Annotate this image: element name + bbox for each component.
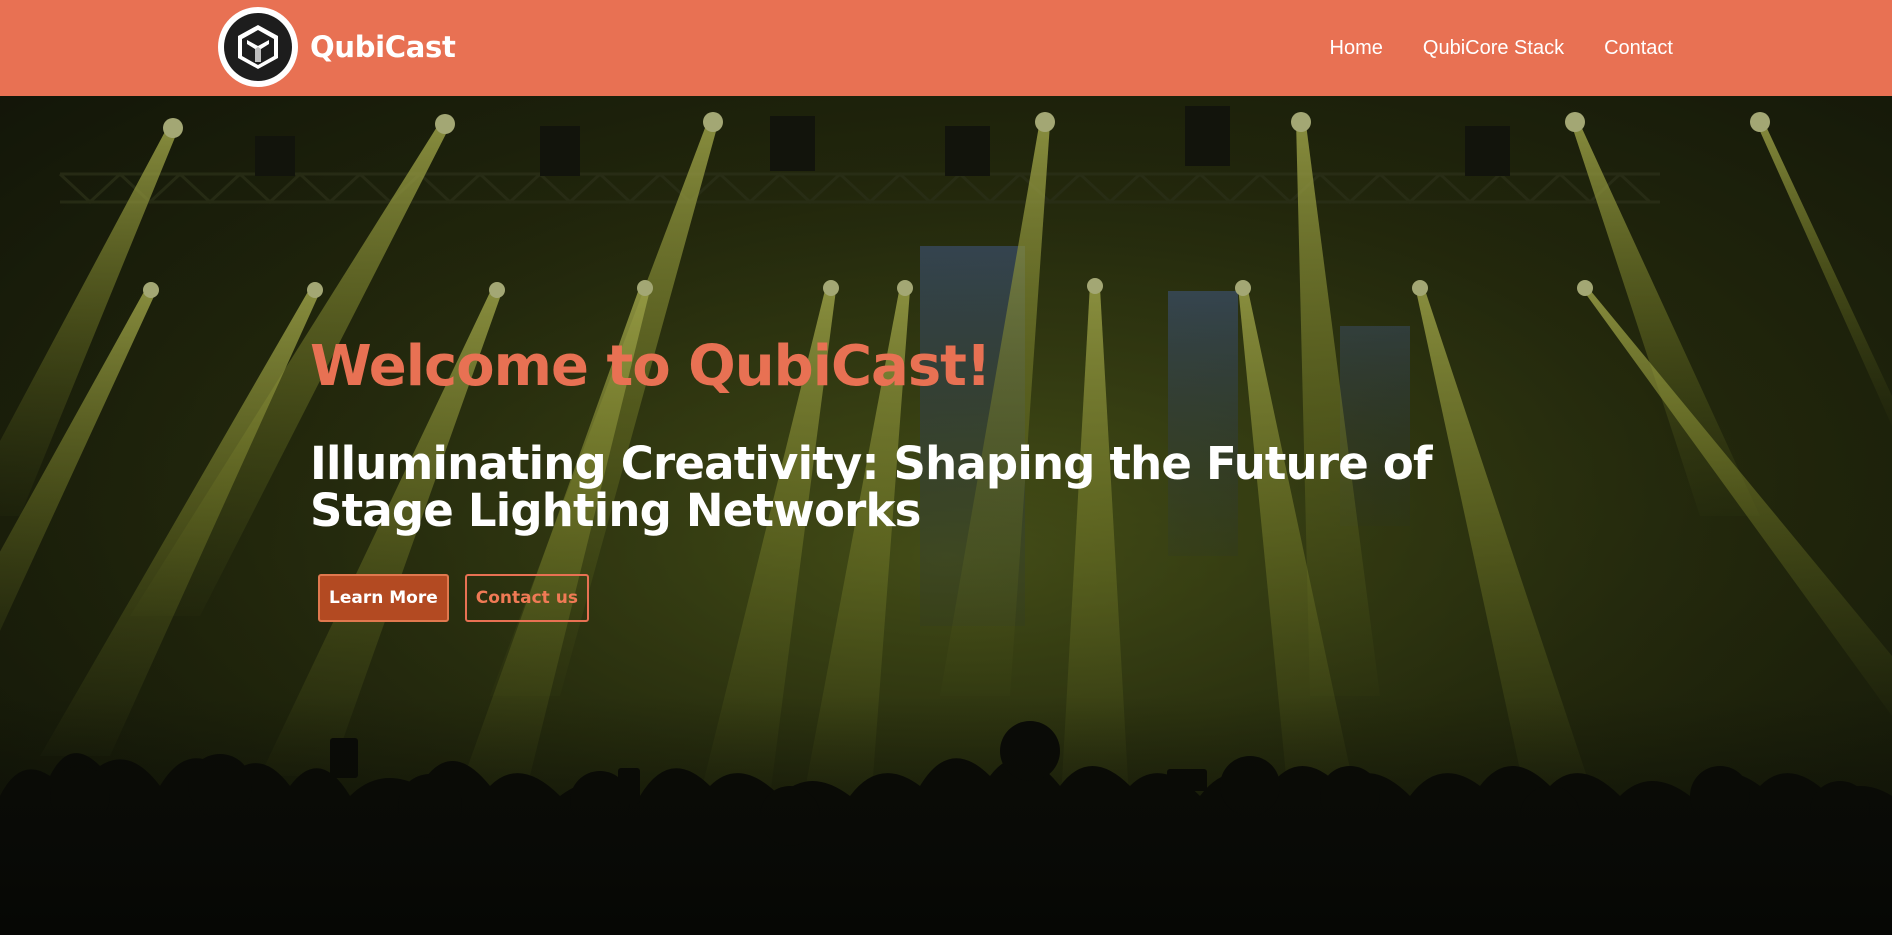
hero-subtitle: Illuminating Creativity: Shaping the Fut… [310, 437, 1433, 537]
qubicast-logo-icon [218, 7, 298, 87]
contact-us-button[interactable]: Contact us [464, 574, 589, 622]
nav-item-qubicore-stack[interactable]: QubiCore Stack [1423, 37, 1564, 60]
main-nav: Home QubiCore Stack Contact [1330, 0, 1673, 96]
hero-buttons: Learn More Contact us [318, 574, 1610, 622]
hero-title: Welcome to QubiCast! [310, 334, 991, 399]
brand-name: QubiCast [310, 30, 456, 64]
nav-item-contact[interactable]: Contact [1604, 37, 1673, 60]
top-navbar: QubiCast Home QubiCore Stack Contact [0, 0, 1892, 96]
learn-more-button[interactable]: Learn More [318, 574, 449, 622]
hero-section: Welcome to QubiCast! Illuminating Creati… [0, 96, 1892, 935]
hero-content: Welcome to QubiCast! Illuminating Creati… [310, 334, 1610, 622]
nav-item-home[interactable]: Home [1330, 37, 1383, 60]
brand-home-link[interactable]: QubiCast [218, 7, 456, 87]
